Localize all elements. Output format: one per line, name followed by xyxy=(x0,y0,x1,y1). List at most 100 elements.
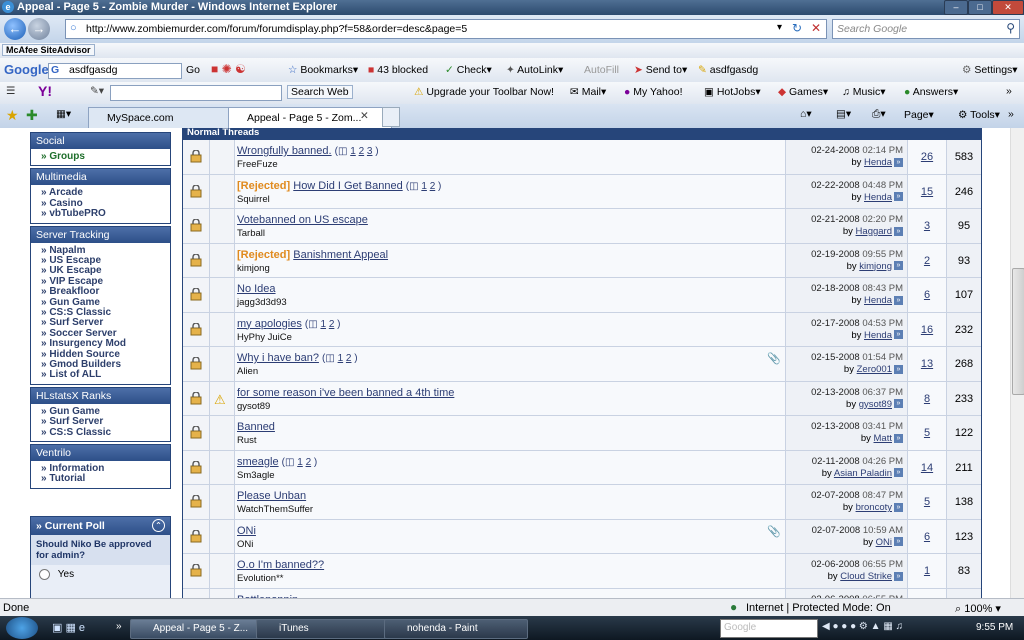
replies-count-link[interactable]: 3 xyxy=(908,220,946,232)
bookmarks-button[interactable]: ☆ Bookmarks▾ xyxy=(288,64,358,76)
thread-page-link[interactable]: 3 xyxy=(367,146,373,157)
thread-title-link[interactable]: Votebanned on US escape xyxy=(237,214,368,226)
last-post-user-link[interactable]: Cloud Strike xyxy=(840,571,892,582)
close-tab-icon[interactable]: ✕ xyxy=(360,110,369,122)
close-window-button[interactable]: ✕ xyxy=(992,0,1024,15)
start-orb-icon[interactable] xyxy=(6,617,38,639)
thread-title-link[interactable]: No Idea xyxy=(237,283,276,295)
maximize-button[interactable]: □ xyxy=(968,0,992,15)
new-tab-button[interactable] xyxy=(382,107,400,127)
tab-myspace[interactable]: MySpace.com xyxy=(88,107,234,128)
mail-button[interactable]: ✉ Mail▾ xyxy=(570,86,606,98)
thread-title-link[interactable]: smeagle xyxy=(237,456,279,468)
go-to-last-post-icon[interactable]: » xyxy=(894,364,903,374)
address-dropdown-icon[interactable]: ▾ xyxy=(777,22,782,33)
vertical-scrollbar[interactable] xyxy=(1010,128,1024,598)
last-post-user-link[interactable]: Henda xyxy=(864,157,892,168)
go-to-last-post-icon[interactable]: » xyxy=(894,157,903,167)
google-search-input[interactable]: G asdfgasdg xyxy=(48,63,182,79)
sidebar-link[interactable]: » Groups xyxy=(41,151,170,162)
replies-count-link[interactable]: 13 xyxy=(908,358,946,370)
last-post-user-link[interactable]: Asian Paladin xyxy=(834,468,892,479)
go-to-last-post-icon[interactable]: » xyxy=(894,537,903,547)
replies-count-link[interactable]: 14 xyxy=(908,462,946,474)
go-to-last-post-icon[interactable]: » xyxy=(894,192,903,202)
command-overflow-icon[interactable]: » xyxy=(1008,108,1014,120)
taskbar-search-box[interactable]: Google xyxy=(720,619,818,638)
thread-page-link[interactable]: 1 xyxy=(350,146,356,157)
go-to-last-post-icon[interactable]: » xyxy=(894,295,903,305)
thread-page-link[interactable]: 1 xyxy=(297,457,303,468)
replies-count-link[interactable]: 26 xyxy=(908,151,946,163)
poll-radio[interactable] xyxy=(39,569,50,580)
hotjobs-button[interactable]: ▣ HotJobs▾ xyxy=(704,86,761,98)
replies-count-link[interactable]: 6 xyxy=(908,289,946,301)
sidebar-link[interactable]: » CS:S Classic xyxy=(41,427,170,438)
last-post-user-link[interactable]: Haggard xyxy=(856,226,892,237)
tray-icons[interactable]: ◀ ● ● ● ⚙ ▲ ▦ ♫ xyxy=(822,621,903,632)
refresh-icon[interactable]: ↻ xyxy=(792,21,802,35)
thread-title-link[interactable]: Wrongfully banned. xyxy=(237,145,332,157)
thread-author[interactable]: WatchThemSuffer xyxy=(237,504,313,515)
sidebar-link[interactable]: » List of ALL xyxy=(41,370,170,381)
task-paint[interactable]: nohenda - Paint xyxy=(384,619,528,639)
autolink-button[interactable]: ✦ AutoLink▾ xyxy=(506,64,563,76)
yahoo-logo-icon[interactable]: Y! xyxy=(38,83,52,99)
home-icon[interactable]: ⌂▾ xyxy=(800,108,812,120)
replies-count-link[interactable]: 5 xyxy=(908,496,946,508)
thread-title-link[interactable]: O.o I'm banned?? xyxy=(237,559,324,571)
go-to-last-post-icon[interactable]: » xyxy=(894,468,903,478)
thread-author[interactable]: ONi xyxy=(237,539,253,550)
replies-count-link[interactable]: 16 xyxy=(908,324,946,336)
thread-page-link[interactable]: 2 xyxy=(430,181,436,192)
page-menu-button[interactable]: Page▾ xyxy=(904,109,934,121)
replies-count-link[interactable]: 5 xyxy=(908,427,946,439)
thread-title-link[interactable]: Banishment Appeal xyxy=(293,249,388,261)
replies-count-link[interactable]: 6 xyxy=(908,531,946,543)
settings-button[interactable]: ⚙ Settings▾ xyxy=(962,64,1018,76)
thread-author[interactable]: Rust xyxy=(237,435,257,446)
scrollbar-thumb[interactable] xyxy=(1012,268,1024,395)
google-go-button[interactable]: Go xyxy=(186,64,200,76)
yahoo-search-input[interactable] xyxy=(110,85,282,101)
last-post-user-link[interactable]: ONi xyxy=(876,537,892,548)
check-button[interactable]: ✓ Check▾ xyxy=(445,64,492,76)
thread-page-link[interactable]: 2 xyxy=(329,319,335,330)
last-post-user-link[interactable]: gysot89 xyxy=(859,399,892,410)
upgrade-toolbar-link[interactable]: ⚠ Upgrade your Toolbar Now! xyxy=(414,86,554,98)
forward-button[interactable]: → xyxy=(28,18,50,40)
thread-page-link[interactable]: 2 xyxy=(359,146,365,157)
back-button[interactable]: ← xyxy=(4,18,26,40)
thread-title-link[interactable]: Why i have ban? xyxy=(237,352,319,364)
my-yahoo-button[interactable]: ● My Yahoo! xyxy=(624,86,683,98)
feeds-icon[interactable]: ▤▾ xyxy=(836,108,851,120)
quick-tabs-icon[interactable]: ▦▾ xyxy=(56,108,71,120)
sendto-button[interactable]: ➤ Send to▾ xyxy=(634,64,687,76)
poll-option[interactable]: Yes xyxy=(31,565,170,584)
replies-count-link[interactable]: 15 xyxy=(908,186,946,198)
thread-page-link[interactable]: 2 xyxy=(346,353,352,364)
search-icon[interactable]: ⚲ xyxy=(1006,21,1015,35)
collapse-icon[interactable]: ⌃ xyxy=(152,519,165,532)
task-appeal[interactable]: Appeal - Page 5 - Z... xyxy=(130,619,272,639)
search-box[interactable]: Search Google ⚲ xyxy=(832,19,1020,39)
thread-author[interactable]: Sm3agle xyxy=(237,470,275,481)
thread-title-link[interactable]: my apologies xyxy=(237,318,302,330)
minimize-button[interactable]: – xyxy=(944,0,968,15)
address-bar[interactable]: ○ http://www.zombiemurder.com/forum/foru… xyxy=(65,19,827,39)
thread-author[interactable]: HyPhy JuiCe xyxy=(237,332,292,343)
task-itunes[interactable]: iTunes xyxy=(256,619,400,639)
go-to-last-post-icon[interactable]: » xyxy=(894,330,903,340)
thread-author[interactable]: jagg3d3d93 xyxy=(237,297,287,308)
thread-page-link[interactable]: 1 xyxy=(338,353,344,364)
sidebar-link[interactable]: » vbTubePRO xyxy=(41,208,170,219)
thread-title-link[interactable]: for some reason i've been banned a 4th t… xyxy=(237,387,454,399)
taskbar-overflow-icon[interactable]: » xyxy=(116,621,122,632)
add-favorites-icon[interactable]: ✚ xyxy=(26,107,38,124)
music-button[interactable]: ♫ Music▾ xyxy=(842,86,886,98)
last-post-user-link[interactable]: Henda xyxy=(864,295,892,306)
last-post-user-link[interactable]: Henda xyxy=(864,192,892,203)
quicklaunch-icons[interactable]: ▣ ▦ e xyxy=(52,621,85,634)
last-post-user-link[interactable]: kimjong xyxy=(859,261,892,272)
thread-title-link[interactable]: ONi xyxy=(237,525,256,537)
